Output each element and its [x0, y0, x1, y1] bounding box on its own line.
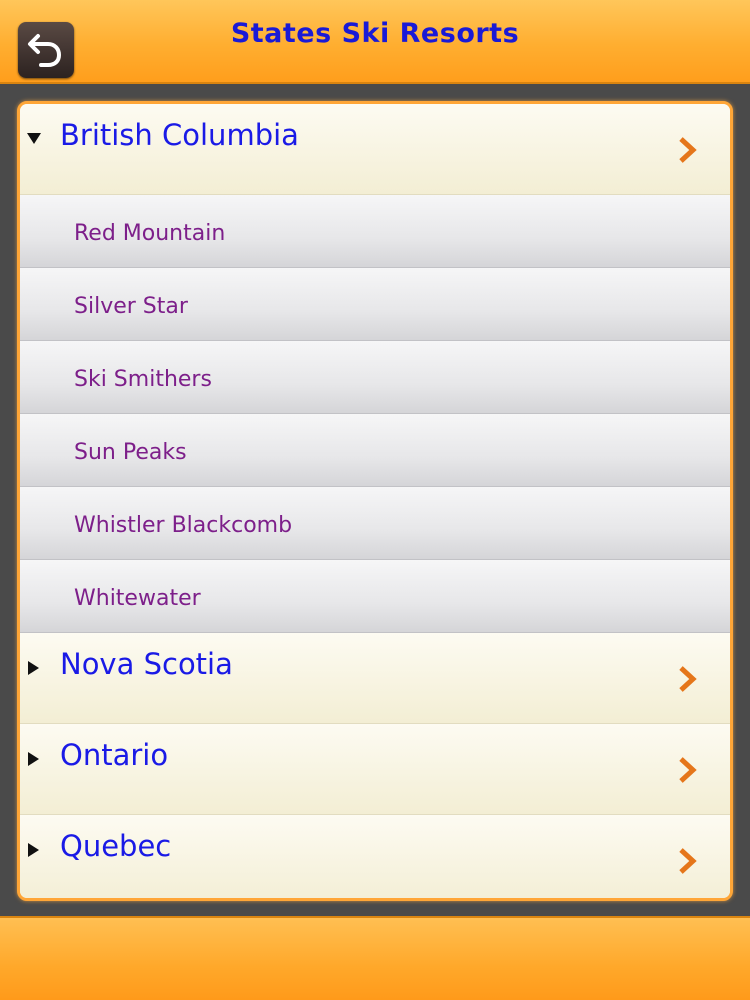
list-item-label: Sun Peaks [74, 440, 187, 465]
chevron-right-icon [676, 665, 700, 693]
list-item-label: Silver Star [74, 294, 188, 319]
list-item[interactable]: Sun Peaks [20, 414, 730, 487]
group-header-british-columbia[interactable]: British Columbia [20, 104, 730, 195]
list-item[interactable]: Ski Smithers [20, 341, 730, 414]
group-header-quebec[interactable]: Quebec [20, 815, 730, 898]
group-header-ontario[interactable]: Ontario [20, 724, 730, 815]
group-header-nova-scotia[interactable]: Nova Scotia [20, 633, 730, 724]
list-item[interactable]: Whistler Blackcomb [20, 487, 730, 560]
chevron-right-icon [676, 136, 700, 164]
collapsed-triangle-icon [27, 661, 41, 675]
collapsed-triangle-icon [27, 752, 41, 766]
chevron-right-icon [676, 847, 700, 875]
page-title: States Ski Resorts [230, 18, 520, 49]
expanded-triangle-icon [27, 132, 41, 146]
bottom-bar [0, 916, 750, 1000]
list-item[interactable]: Silver Star [20, 268, 730, 341]
group-label: Nova Scotia [60, 647, 233, 681]
list-item[interactable]: Whitewater [20, 560, 730, 633]
resort-list: British Columbia Red Mountain Silver Sta… [17, 101, 733, 901]
list-item-label: Red Mountain [74, 221, 226, 246]
list-item[interactable]: Red Mountain [20, 195, 730, 268]
top-bar: States Ski Resorts [0, 0, 750, 84]
group-label: British Columbia [60, 118, 299, 152]
group-label: Ontario [60, 738, 169, 772]
chevron-right-icon [676, 756, 700, 784]
group-label: Quebec [60, 829, 172, 863]
collapsed-triangle-icon [27, 843, 41, 857]
list-item-label: Ski Smithers [74, 367, 212, 392]
list-item-label: Whitewater [74, 586, 201, 611]
list-item-label: Whistler Blackcomb [74, 513, 293, 538]
